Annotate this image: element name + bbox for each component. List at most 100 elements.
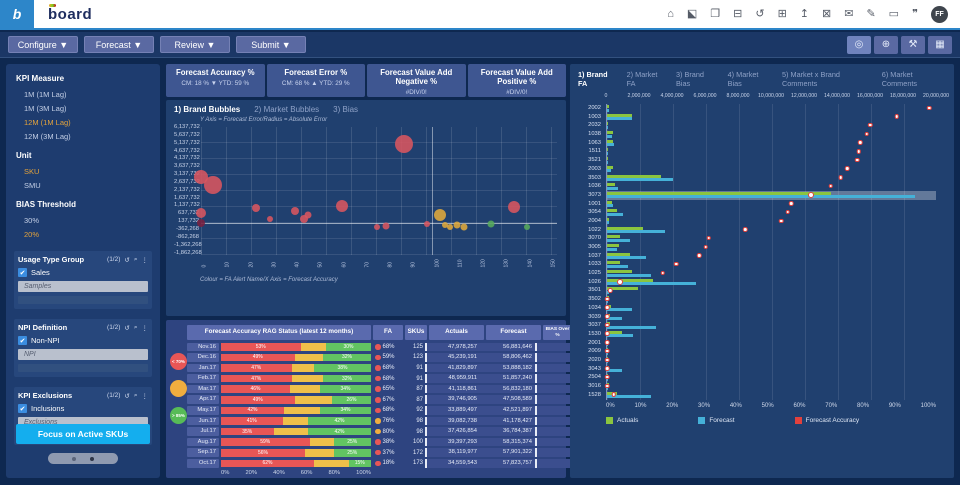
kebab-menu-icon[interactable]: ⋮ xyxy=(142,392,149,400)
checkbox-checked[interactable]: ✔ xyxy=(18,268,27,277)
data-bubble[interactable] xyxy=(291,207,299,215)
bar-row-1037[interactable] xyxy=(607,252,936,261)
tab-5-market-x-brand-comments[interactable]: 5) Market x Brand Comments xyxy=(782,70,872,88)
bar-row-2032[interactable] xyxy=(607,121,936,130)
bar-row-3501[interactable] xyxy=(607,286,936,295)
data-bubble[interactable] xyxy=(524,224,530,230)
window-icon[interactable]: ▭ xyxy=(889,9,899,20)
undo-icon[interactable]: ↺ xyxy=(755,9,764,20)
bar-row-3054[interactable] xyxy=(607,208,936,217)
filter-option-20-[interactable]: 20% xyxy=(14,227,152,241)
menu-button-forecast[interactable]: Forecast ▼ xyxy=(84,36,154,53)
pager-dot[interactable] xyxy=(72,457,76,461)
comments-icon[interactable]: ❞ xyxy=(912,9,918,20)
bar-row-1528[interactable] xyxy=(607,391,936,400)
bubble-plot-area[interactable] xyxy=(201,127,557,255)
filter-option-1m-3m-lag-[interactable]: 1M (3M Lag) xyxy=(14,101,152,115)
bar-row-3043[interactable] xyxy=(607,365,936,374)
bar-row-1511[interactable] xyxy=(607,147,936,156)
bar-row-3039[interactable] xyxy=(607,313,936,322)
annotate-icon[interactable]: ✎ xyxy=(866,9,875,20)
capture-icon[interactable]: ⬕ xyxy=(687,9,697,20)
data-bubble[interactable] xyxy=(196,208,206,218)
rag-bar-track[interactable]: 41%42% xyxy=(221,417,371,425)
rag-bar-track[interactable]: 46%34% xyxy=(221,385,371,393)
tab-3-bias[interactable]: 3) Bias xyxy=(333,105,358,114)
data-bubble[interactable] xyxy=(454,221,461,228)
bar-row-1038[interactable] xyxy=(607,130,936,139)
bar-row-1025[interactable] xyxy=(607,269,936,278)
bar-row-3521[interactable] xyxy=(607,156,936,165)
bar-row-3070[interactable] xyxy=(607,234,936,243)
bar-row-2002[interactable] xyxy=(607,104,936,113)
bar-row-1026[interactable] xyxy=(607,278,936,287)
filter-option-smu[interactable]: SMU xyxy=(14,178,152,192)
selector-checked-item[interactable]: ✔Non-NPI xyxy=(18,336,148,345)
rag-bar-track[interactable]: 47%32% xyxy=(221,375,371,383)
kebab-menu-icon[interactable]: ⋮ xyxy=(142,256,149,264)
bar-row-1033[interactable] xyxy=(607,260,936,269)
checkbox-checked[interactable]: ✔ xyxy=(18,336,27,345)
bar-row-1036[interactable] xyxy=(607,182,936,191)
brand-plot-area[interactable] xyxy=(606,104,936,400)
data-bubble[interactable] xyxy=(508,201,520,213)
undo-icon[interactable]: ↺ xyxy=(124,392,129,400)
bar-row-1063[interactable] xyxy=(607,139,936,148)
tab-2-market-bubbles[interactable]: 2) Market Bubbles xyxy=(254,105,319,114)
undo-icon[interactable]: ↺ xyxy=(124,256,129,264)
data-bubble[interactable] xyxy=(336,200,348,212)
selector-checked-item[interactable]: ✔Inclusions xyxy=(18,404,148,413)
grid-icon[interactable]: ▦ xyxy=(928,36,952,54)
bar-row-2009[interactable] xyxy=(607,347,936,356)
bar-row-2004[interactable] xyxy=(607,217,936,226)
bar-row-3037[interactable] xyxy=(607,321,936,330)
bar-row-1034[interactable] xyxy=(607,304,936,313)
tools-icon[interactable]: ⚒ xyxy=(901,36,925,54)
data-bubble[interactable] xyxy=(424,221,430,227)
tab-1-brand-bubbles[interactable]: 1) Brand Bubbles xyxy=(174,105,240,114)
menu-button-configure[interactable]: Configure ▼ xyxy=(8,36,78,53)
undo-icon[interactable]: ↺ xyxy=(124,324,129,332)
board-logo-square[interactable]: b xyxy=(0,0,34,29)
data-bubble[interactable] xyxy=(374,224,380,230)
menu-button-submit[interactable]: Submit ▼ xyxy=(236,36,306,53)
sidebar-pager[interactable] xyxy=(48,453,118,464)
bar-row-1530[interactable] xyxy=(607,330,936,339)
filter-option-sku[interactable]: SKU xyxy=(14,164,152,178)
bar-row-3016[interactable] xyxy=(607,382,936,391)
bar-row-2001[interactable] xyxy=(607,339,936,348)
rag-bar-track[interactable]: 53%30% xyxy=(221,343,371,351)
excel-export-icon[interactable]: ⊠ xyxy=(822,9,831,20)
bar-row-1003[interactable] xyxy=(607,113,936,122)
tab-2-market-fa[interactable]: 2) Market FA xyxy=(627,70,666,88)
checkbox-checked[interactable]: ✔ xyxy=(18,404,27,413)
upload-icon[interactable]: ↥ xyxy=(800,9,809,20)
filter-option-12m-3m-lag-[interactable]: 12M (3M Lag) xyxy=(14,129,152,143)
target-icon[interactable]: ◎ xyxy=(847,36,871,54)
bar-row-1022[interactable] xyxy=(607,226,936,235)
selector-checked-item[interactable]: ✔Sales xyxy=(18,268,148,277)
data-bubble[interactable] xyxy=(447,224,453,230)
bar-row-3073[interactable] xyxy=(607,191,936,200)
bar-row-3503[interactable] xyxy=(607,174,936,183)
data-bubble[interactable] xyxy=(204,176,222,194)
mail-icon[interactable]: ✉ xyxy=(844,9,853,20)
rag-bar-track[interactable]: 59%25% xyxy=(221,438,371,446)
menu-button-review[interactable]: Review ▼ xyxy=(160,36,230,53)
rag-bar-track[interactable]: 35%42% xyxy=(221,428,371,436)
filter-option-12m-1m-lag-[interactable]: 12M (1M Lag) xyxy=(14,115,152,129)
bar-row-2003[interactable] xyxy=(607,165,936,174)
rag-bar-track[interactable]: 49%26% xyxy=(221,396,371,404)
selector-excluded-item[interactable]: NPI xyxy=(18,349,148,360)
search-icon[interactable]: ⌕ xyxy=(134,324,138,332)
data-bubble[interactable] xyxy=(434,209,446,221)
data-bubble[interactable] xyxy=(461,224,468,231)
data-bubble[interactable] xyxy=(197,219,205,227)
focus-active-skus-button[interactable]: Focus on Active SKUs xyxy=(16,424,150,444)
selector-excluded-item[interactable]: Samples xyxy=(18,281,148,292)
user-avatar[interactable]: FF xyxy=(931,6,948,23)
bar-row-3005[interactable] xyxy=(607,243,936,252)
rag-bar-track[interactable]: 49%32% xyxy=(221,354,371,362)
search-icon[interactable]: ⌕ xyxy=(134,256,138,264)
rag-bar-track[interactable]: 56%25% xyxy=(221,449,371,457)
